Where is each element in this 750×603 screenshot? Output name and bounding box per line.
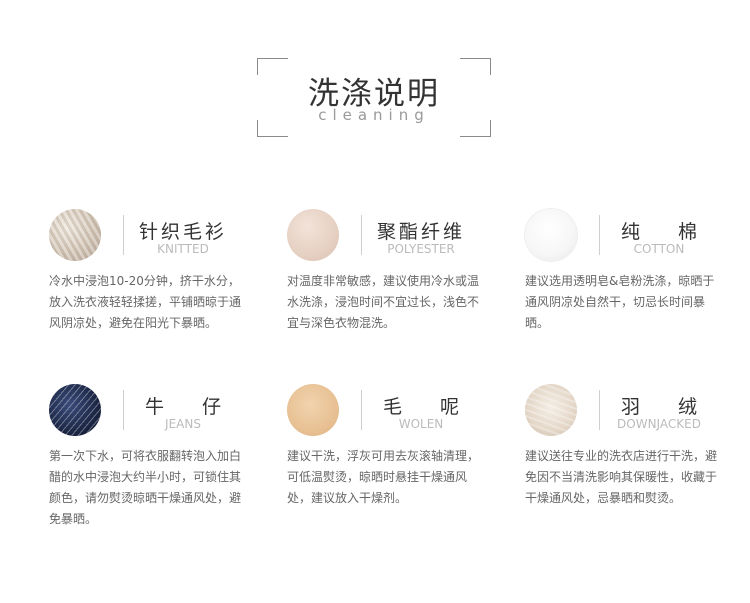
fabric-english-name: JEANS [165,417,201,431]
jeans-swatch-icon [49,384,101,436]
polyester-swatch-icon [287,209,339,261]
fabric-english-name: COTTON [633,242,685,256]
fabric-name: 羽 绒 [620,396,697,418]
fabric-description: 建议送往专业的洗衣店进行干洗，避免因不当清洗影响其保暖性，收藏于干燥通风处，忌暴… [525,449,718,505]
fabric-name: 纯 棉 [620,221,697,243]
fabric-english-name: POLYESTER [387,242,455,256]
knitted-swatch-icon [49,209,101,261]
fabric-description: 对温度非常敏感，建议使用冷水或温水洗涤，浸泡时间不宜过长，浅色不宜与深色衣物混洗… [287,274,480,330]
page-subtitle: cleaning [318,106,430,124]
fabric-description: 建议选用透明皂&皂粉洗涤，晾晒于通风阴凉处自然干，切忌长时间暴晒。 [525,274,715,330]
fabric-description: 建议干洗，浮灰可用去灰滚轴清理，可低温熨烫，晾晒时悬挂干燥通风处，建议放入干燥剂… [287,449,480,505]
fabric-english-name: WOLEN [398,417,444,431]
fabric-english-name: DOWNJACKED [617,417,701,431]
fabric-description: 冷水中浸泡10-20分钟，挤干水分，放入洗衣液轻轻揉搓，平铺晒晾于通风阴凉处，避… [49,274,242,330]
wool-swatch-icon [287,384,339,436]
fabric-name: 针织毛衫 [138,221,227,243]
cotton-swatch-icon [525,209,577,261]
fabric-name: 聚酯纤维 [376,221,465,243]
fabric-description: 第一次下水，可将衣服翻转泡入加白醋的水中浸泡大约半小时，可锁住其颜色，请勿熨烫晾… [49,449,242,526]
down-swatch-icon [525,384,577,436]
fabric-name: 毛 呢 [382,396,459,418]
fabric-name: 牛 仔 [144,396,221,418]
fabric-english-name: KNITTED [157,242,209,256]
title-frame: 洗涤说明 cleaning [257,58,491,137]
